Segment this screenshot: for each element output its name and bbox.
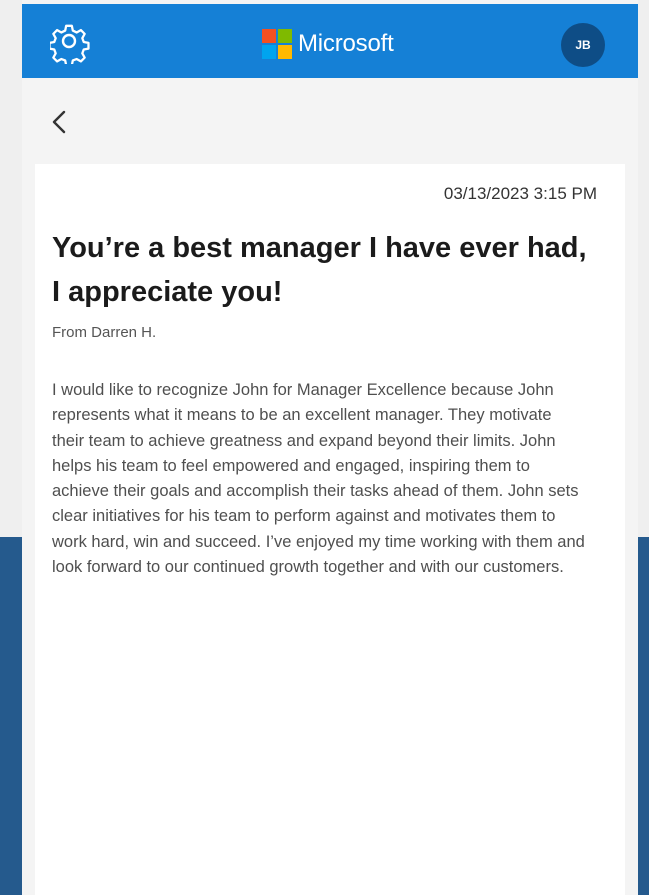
logo-yellow-square [278, 45, 292, 59]
gear-icon[interactable] [48, 24, 90, 67]
logo-red-square [262, 29, 276, 43]
avatar[interactable]: JB [561, 23, 605, 67]
app-header: Microsoft JB [22, 4, 638, 78]
microsoft-logo [262, 29, 292, 59]
message-timestamp: 03/13/2023 3:15 PM [443, 184, 597, 203]
app-window: Microsoft JB 03/13/2023 3:15 PM You’re a… [22, 0, 638, 895]
brand-name: Microsoft [298, 30, 394, 57]
message-card: 03/13/2023 3:15 PM You’re a best manager… [35, 164, 625, 895]
brand: Microsoft [262, 26, 394, 62]
message-body: I would like to recognize John for Manag… [52, 381, 585, 577]
chevron-left-icon[interactable] [46, 104, 78, 140]
message-sender: From Darren H. [52, 324, 157, 341]
logo-blue-square [262, 45, 276, 59]
message-title: You’re a best manager I have ever had, I… [52, 232, 587, 308]
logo-green-square [278, 29, 292, 43]
